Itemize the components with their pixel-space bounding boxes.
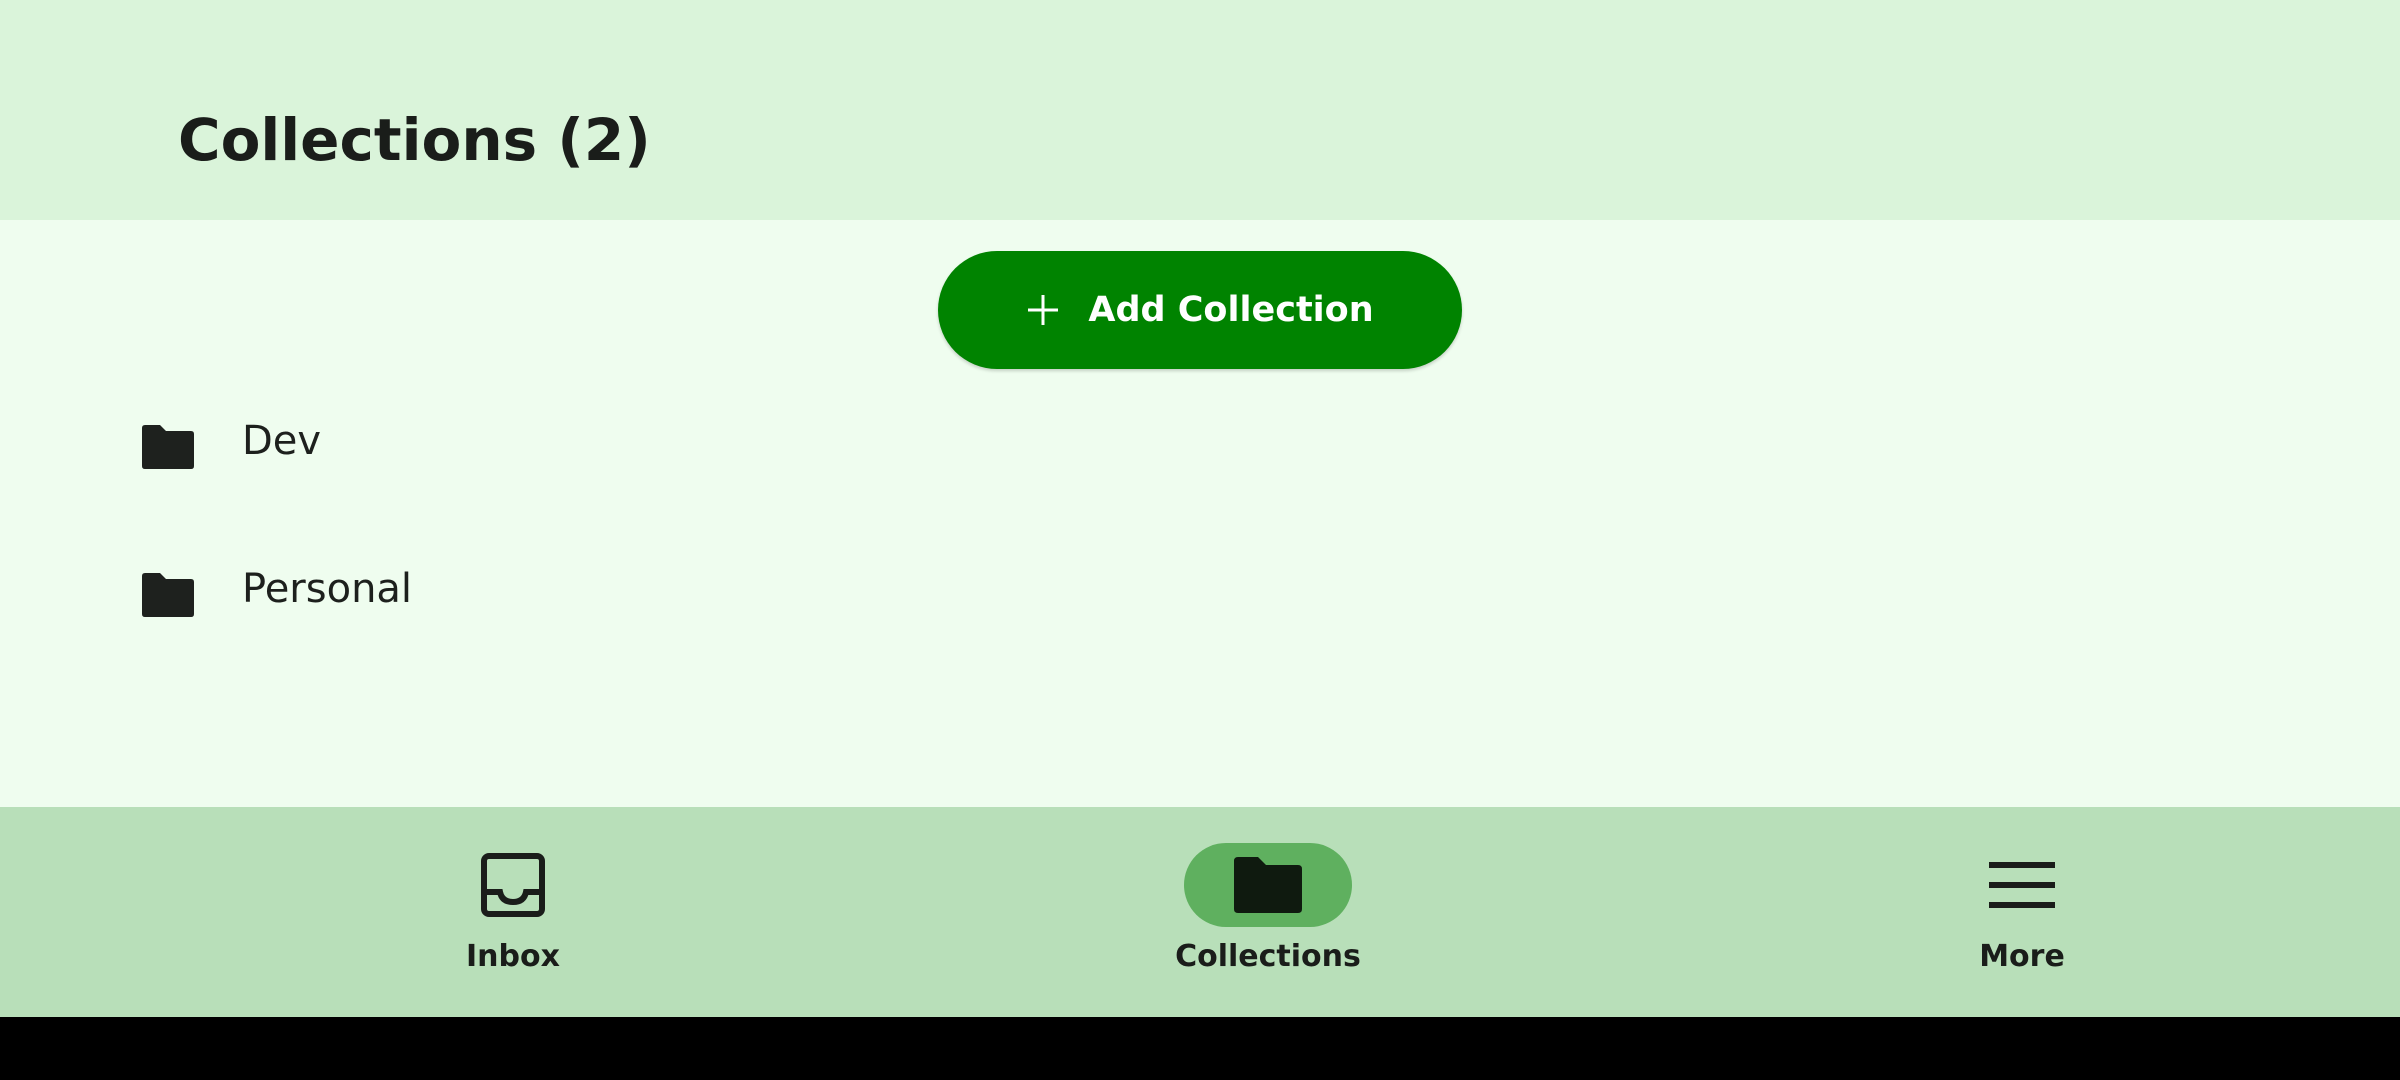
collection-item-dev[interactable]: Dev: [0, 370, 2400, 518]
nav-icon-container: [429, 843, 597, 927]
nav-item-more[interactable]: More: [1872, 807, 2172, 1017]
menu-icon: [1989, 862, 2055, 908]
add-collection-button[interactable]: Add Collection: [938, 251, 1462, 369]
page-title: Collections (2): [178, 106, 651, 174]
top-app-bar: Collections (2): [0, 0, 2400, 220]
nav-item-collections[interactable]: Collections: [1118, 807, 1418, 1017]
inbox-icon: [481, 853, 545, 917]
nav-label-collections: Collections: [1175, 939, 1361, 974]
nav-label-more: More: [1979, 939, 2065, 974]
collection-item-label: Dev: [242, 418, 322, 464]
collection-list: Dev Personal: [0, 370, 2400, 666]
nav-icon-container: [1938, 843, 2106, 927]
nav-item-inbox[interactable]: Inbox: [363, 807, 663, 1017]
bottom-navigation-bar: Inbox Collections More: [0, 807, 2400, 1017]
system-navigation-bar: [0, 1017, 2400, 1080]
nav-active-indicator: [1184, 843, 1352, 927]
plus-icon: [1028, 295, 1059, 325]
collection-item-label: Personal: [242, 566, 413, 612]
collection-item-personal[interactable]: Personal: [0, 518, 2400, 666]
folder-icon: [142, 573, 194, 617]
folder-icon: [1234, 857, 1302, 913]
app-screen: Collections (2) Add Collection Dev Perso…: [0, 0, 2400, 1017]
nav-label-inbox: Inbox: [466, 939, 560, 974]
add-collection-label: Add Collection: [1088, 290, 1374, 330]
folder-icon: [142, 425, 194, 469]
